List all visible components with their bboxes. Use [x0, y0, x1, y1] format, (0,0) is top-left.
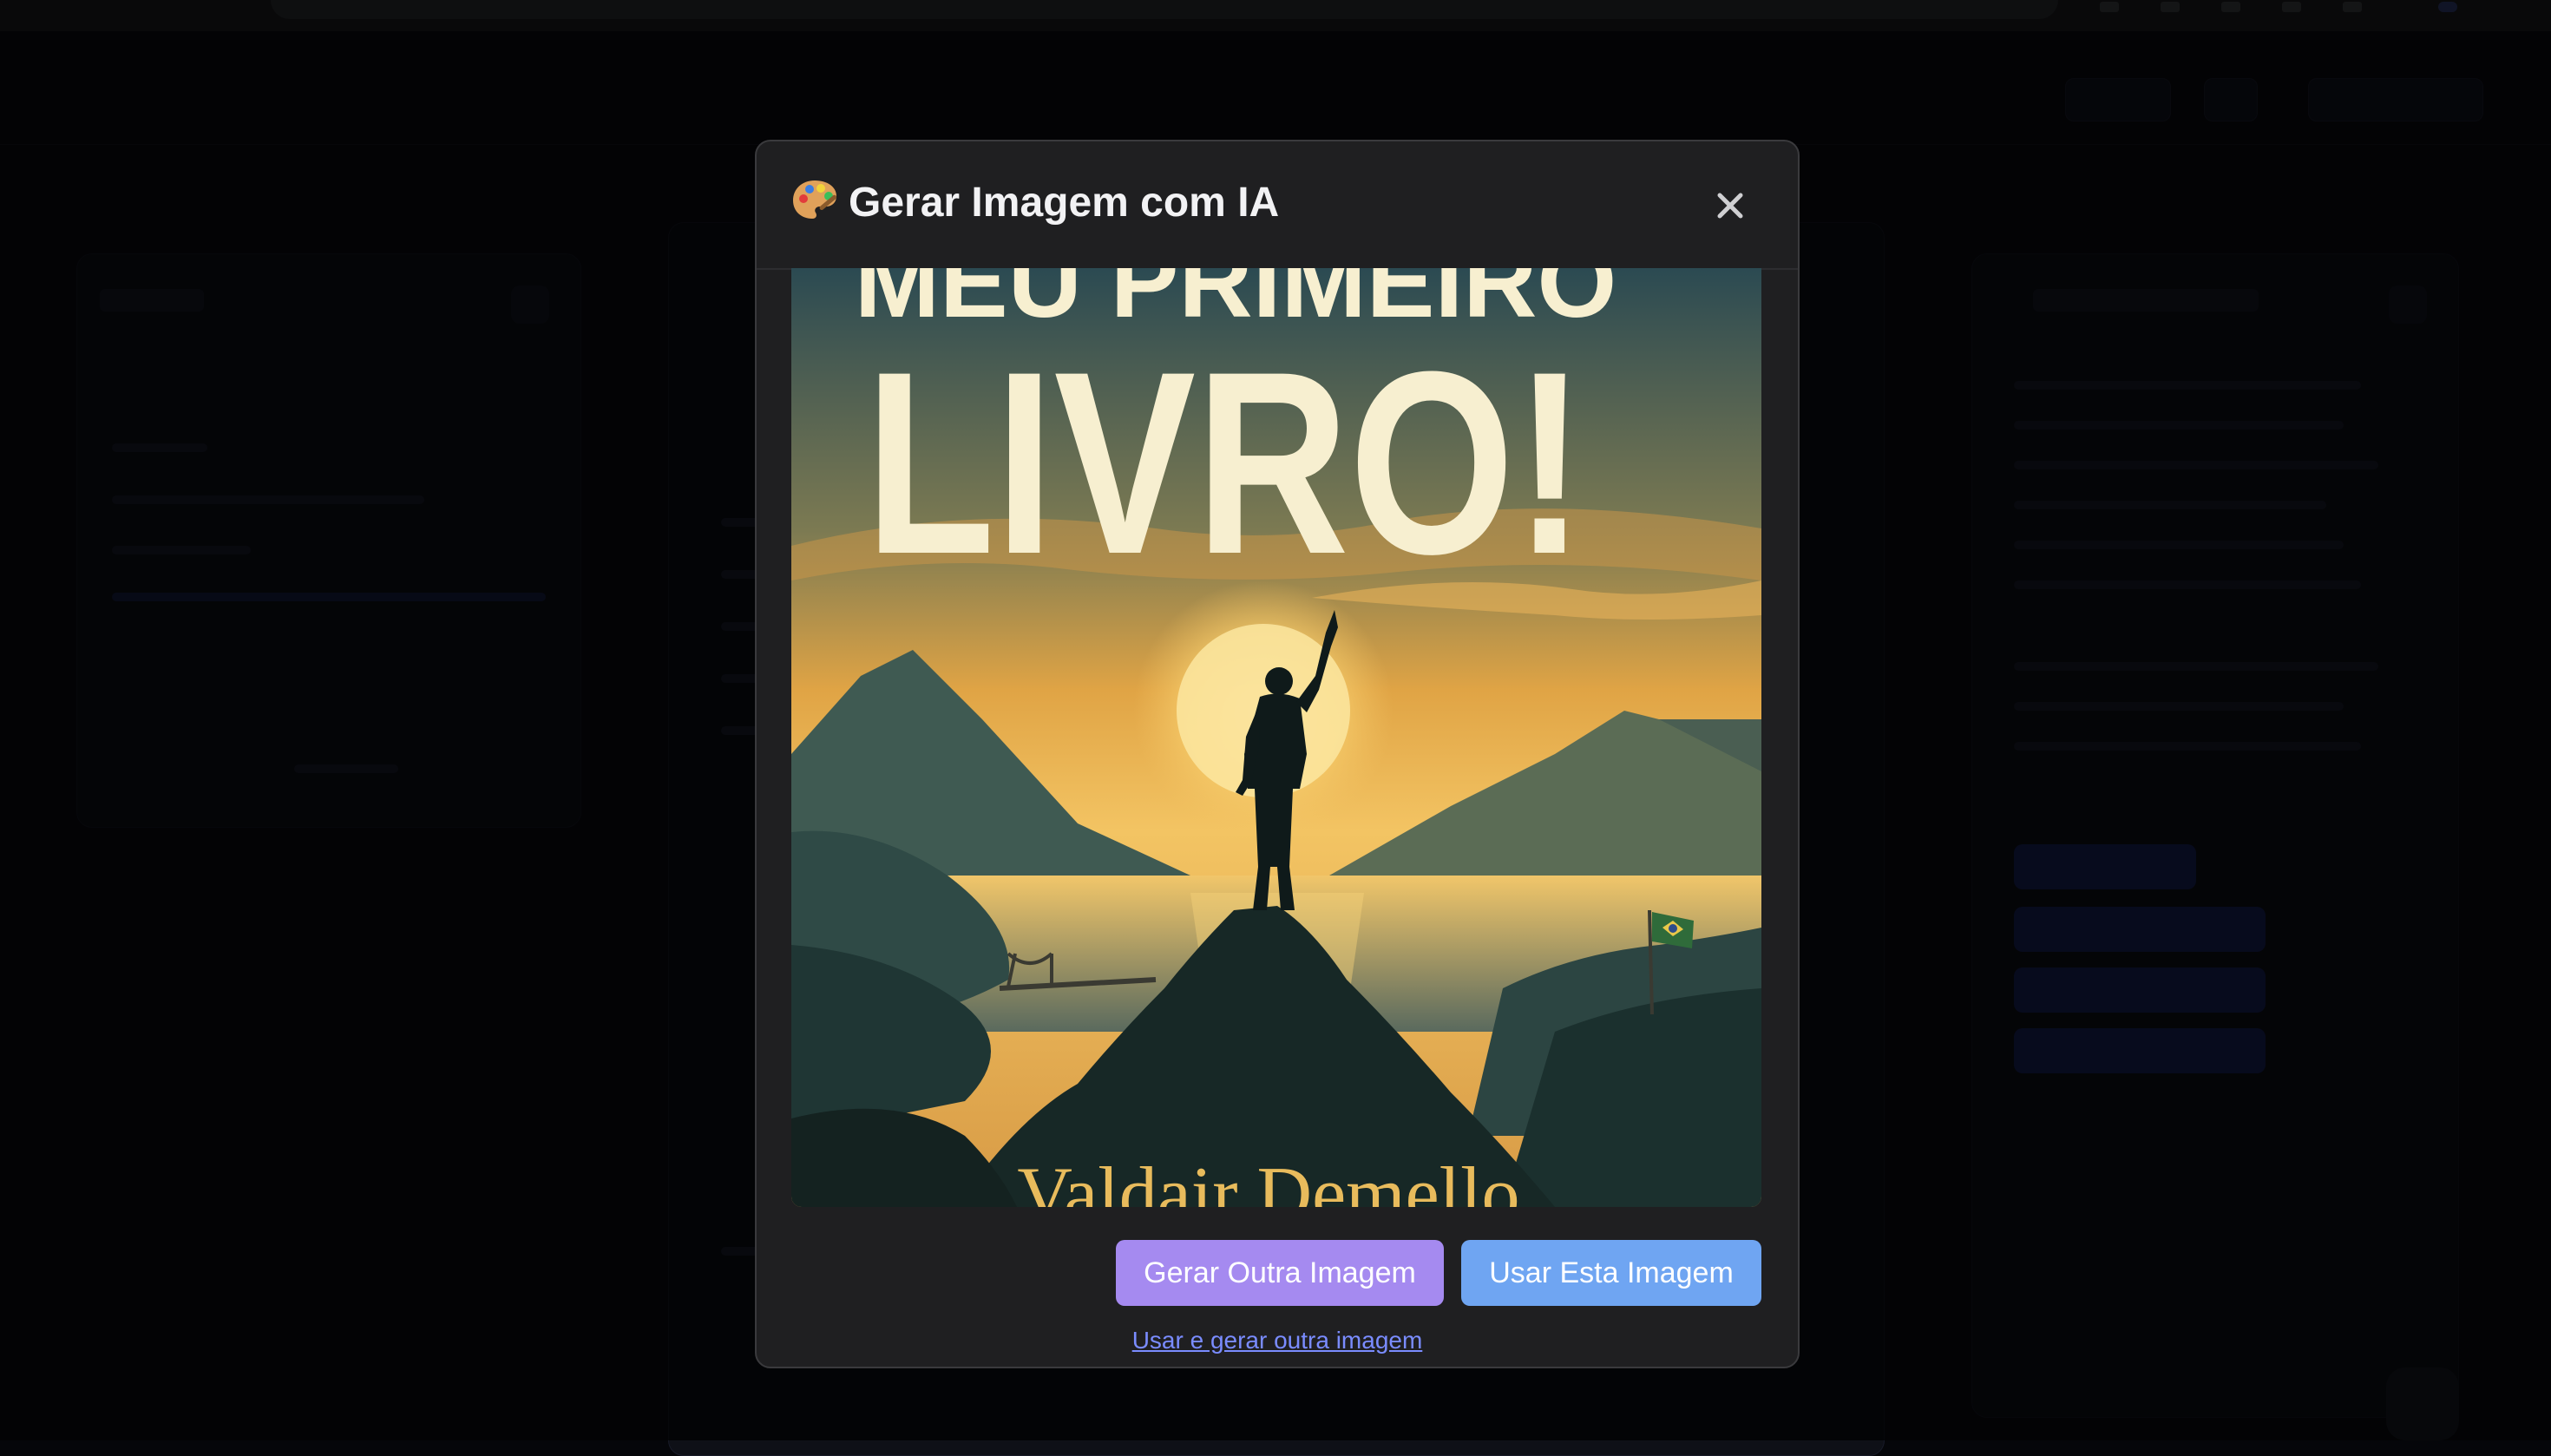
palette-icon — [793, 180, 837, 219]
cover-author: Valdair Demello — [1017, 1152, 1519, 1207]
modal-title: Gerar Imagem com IA — [849, 180, 1280, 226]
book-cover-artwork: MEU PRIMEIRO LIVRO! Valdair Demello — [791, 268, 1761, 1207]
generate-image-modal: Gerar Imagem com IA MEU PRIMEIRO LIVRO! … — [755, 140, 1800, 1368]
generate-another-button[interactable]: Gerar Outra Imagem — [1116, 1240, 1444, 1306]
cover-title-line2: LIVRO! — [865, 317, 1585, 608]
use-and-generate-link[interactable]: Usar e gerar outra imagem — [757, 1327, 1798, 1354]
close-icon[interactable] — [1711, 187, 1749, 225]
generated-book-cover: MEU PRIMEIRO LIVRO! Valdair Demello — [791, 268, 1761, 1207]
use-this-image-button[interactable]: Usar Esta Imagem — [1461, 1240, 1761, 1306]
modal-title-row: Gerar Imagem com IA — [791, 178, 1279, 226]
modal-header: Gerar Imagem com IA — [757, 141, 1798, 270]
